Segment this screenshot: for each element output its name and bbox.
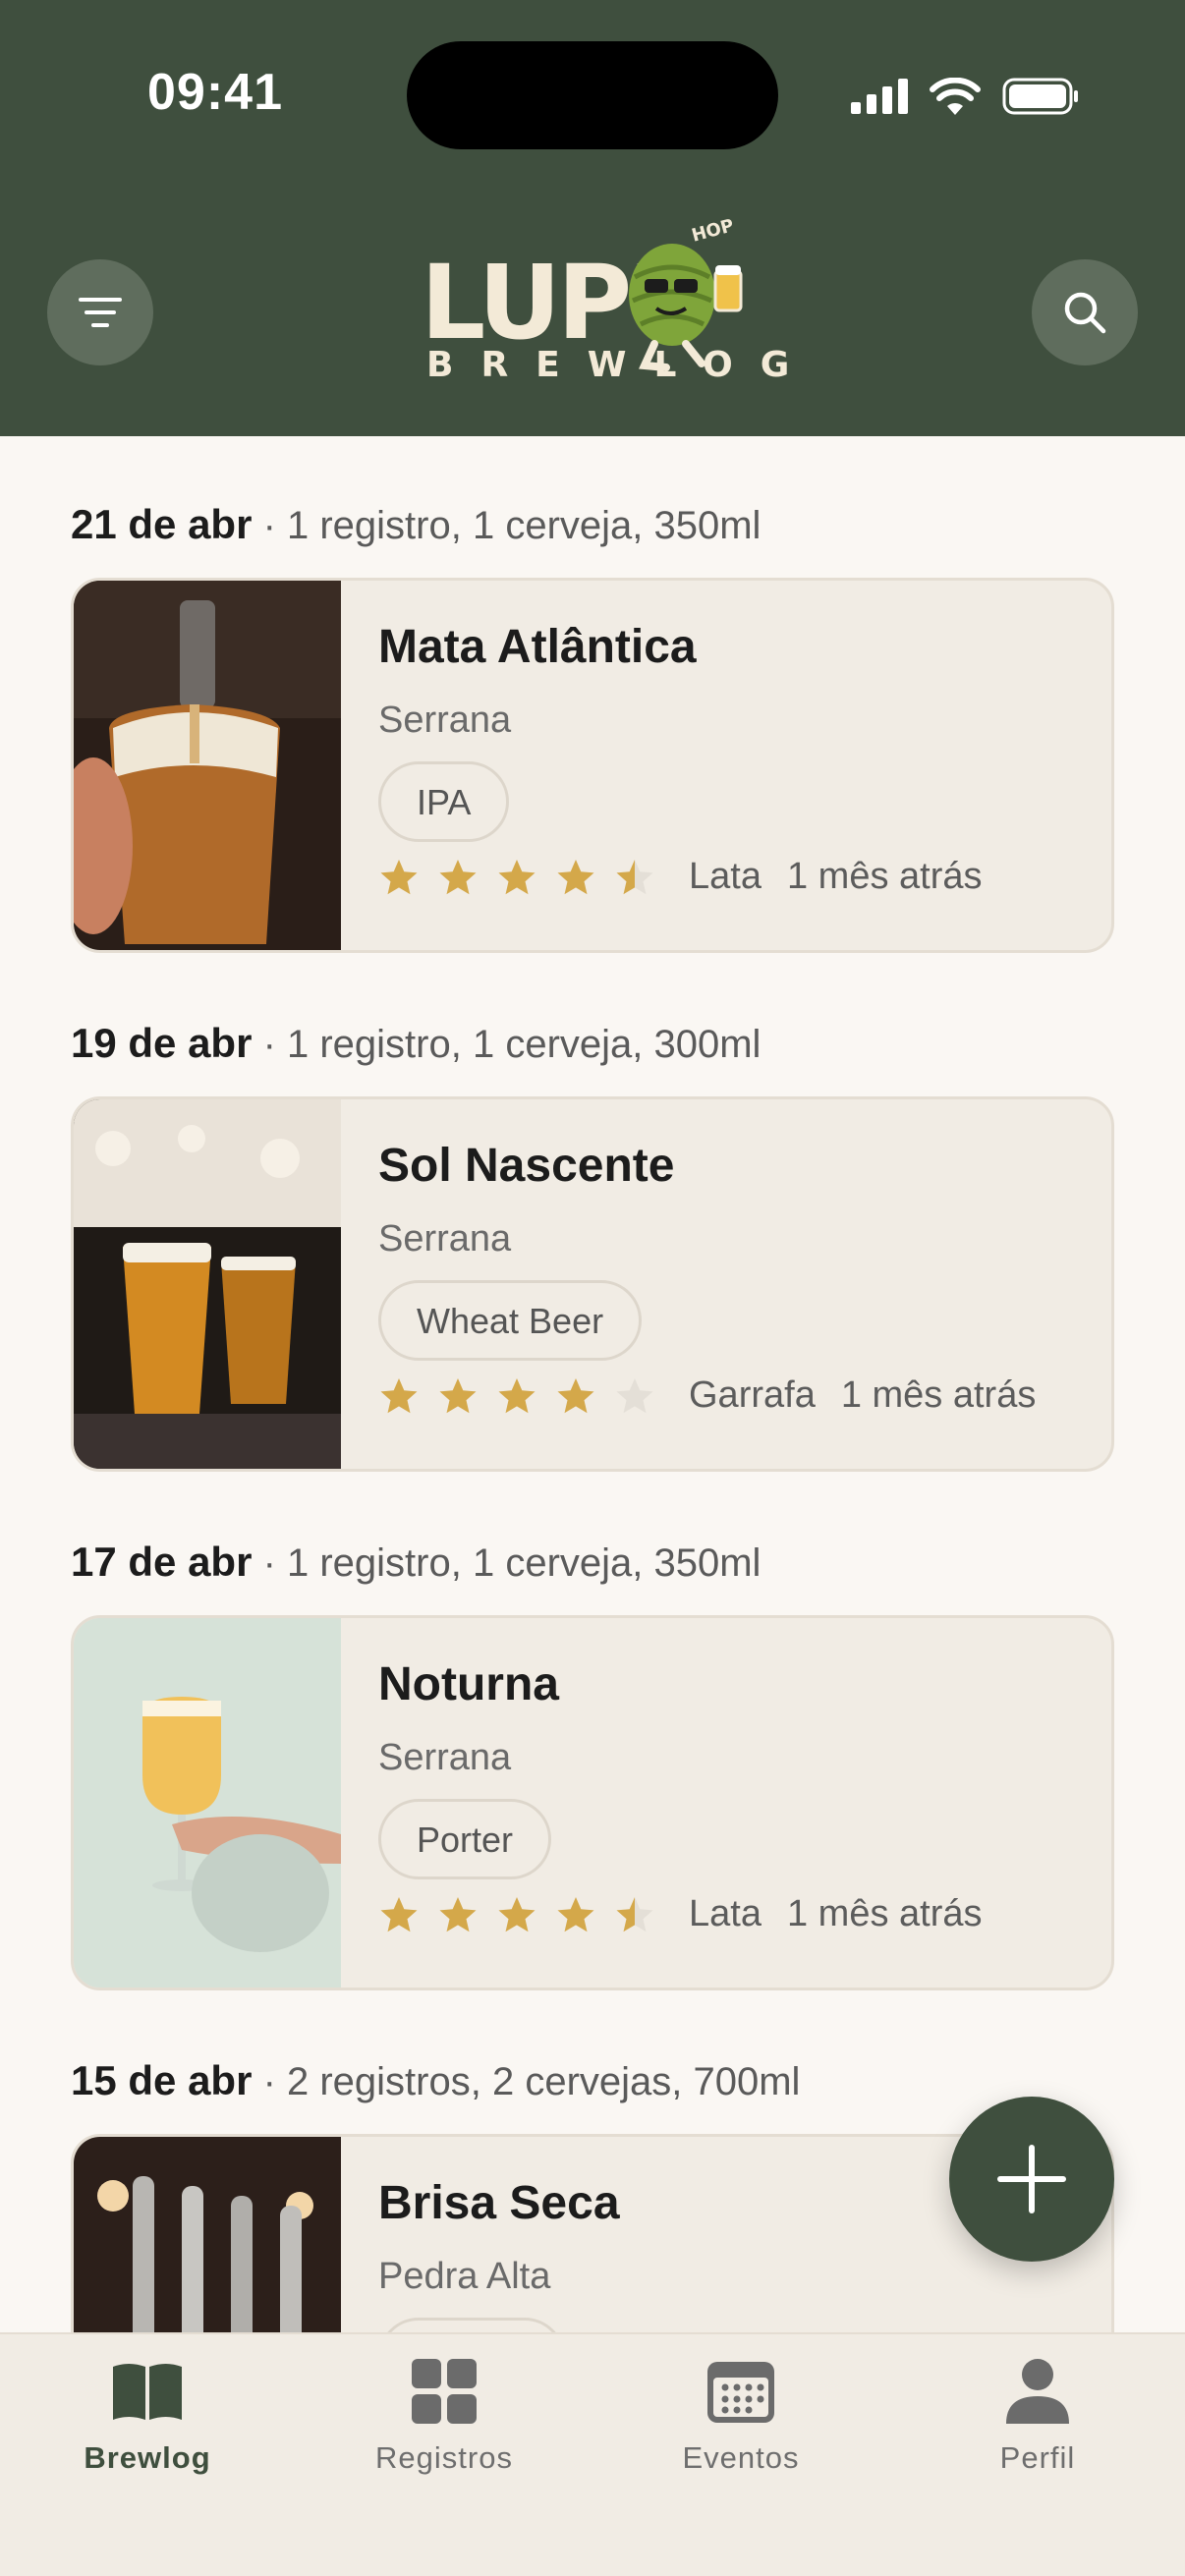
dynamic-island	[407, 41, 778, 149]
star-half-icon	[616, 1896, 653, 1932]
menu-icon	[79, 298, 122, 327]
filter-menu-button[interactable]	[47, 259, 153, 365]
beer-photo-taps	[74, 2137, 341, 2332]
star-full-icon	[439, 1377, 477, 1413]
day-date: 21 de abr	[71, 501, 253, 547]
serving-format: Garrafa	[689, 1374, 816, 1416]
star-full-icon	[439, 1896, 477, 1932]
star-half-icon	[616, 859, 653, 894]
day-header: 17 de abr · 1 registro, 1 cerveja, 350ml	[71, 1539, 761, 1586]
serving-format: Lata	[689, 1893, 762, 1934]
person-icon	[1006, 2359, 1069, 2424]
day-date: 15 de abr	[71, 2057, 253, 2103]
plus-icon	[997, 2145, 1066, 2213]
grid-icon	[412, 2359, 477, 2424]
calendar-icon	[707, 2362, 774, 2423]
day-summary: · 1 registro, 1 cerveja, 350ml	[262, 504, 762, 547]
star-full-icon	[380, 1896, 418, 1932]
tab-registros[interactable]: Registros	[326, 2352, 562, 2490]
star-rating	[378, 858, 655, 897]
search-icon	[1064, 292, 1106, 334]
time-ago: 1 mês atrás	[786, 1893, 983, 1934]
tab-label: Perfil	[999, 2440, 1076, 2475]
star-full-icon	[498, 1377, 536, 1413]
tab-label: Registros	[375, 2440, 513, 2475]
time-ago: 1 mês atrás	[786, 856, 983, 897]
star-rating	[378, 1376, 655, 1416]
day-summary: · 1 registro, 1 cerveja, 350ml	[262, 1541, 762, 1585]
tab-perfil[interactable]: Perfil	[920, 2352, 1156, 2490]
star-full-icon	[498, 1896, 536, 1932]
star-full-icon	[557, 1377, 594, 1413]
style-chip: Porter	[378, 1799, 552, 1879]
beer-photo-glass-in-hand	[74, 1618, 341, 1988]
style-chip: Wheat Beer	[378, 1280, 643, 1361]
star-full-icon	[557, 859, 594, 894]
day-header: 19 de abr · 1 registro, 1 cerveja, 300ml	[71, 1020, 761, 1067]
beer-entry-card[interactable]: Sol Nascente Serrana Wheat Beer Garrafa …	[71, 1096, 1114, 1472]
add-entry-button[interactable]	[949, 2097, 1114, 2262]
star-empty-icon	[616, 1377, 653, 1413]
time-ago: 1 mês atrás	[840, 1374, 1037, 1416]
svg-text:HOP: HOP	[690, 218, 737, 247]
wifi-icon	[930, 78, 981, 115]
style-chip	[378, 2318, 565, 2332]
beer-name: Sol Nascente	[378, 1140, 675, 1192]
brewery-name: Serrana	[378, 1737, 512, 1778]
beer-entry-card[interactable]: Mata Atlântica Serrana IPA Lata 1 mês at…	[71, 578, 1114, 953]
star-rating	[378, 1895, 655, 1934]
beer-name: Noturna	[378, 1658, 559, 1710]
tab-label: Brewlog	[84, 2440, 211, 2475]
book-icon	[113, 2364, 182, 2420]
status-icons	[851, 71, 1079, 122]
bottom-tab-bar: Brewlog Registros Eventos Perfil	[0, 2332, 1185, 2576]
tab-label: Eventos	[682, 2440, 800, 2475]
beer-entry-card[interactable]: Noturna Serrana Porter Lata 1 mês atrás	[71, 1615, 1114, 1990]
brewery-name: Serrana	[378, 700, 512, 741]
day-date: 17 de abr	[71, 1539, 253, 1585]
star-full-icon	[557, 1896, 594, 1932]
day-header: 21 de abr · 1 registro, 1 cerveja, 350ml	[71, 501, 761, 548]
hop-mascot-icon: HOP	[629, 218, 743, 371]
day-date: 19 de abr	[71, 1020, 253, 1066]
beer-photo-two-pints	[74, 1099, 341, 1469]
brewery-name: Pedra Alta	[378, 2256, 551, 2297]
star-full-icon	[380, 1377, 418, 1413]
beer-photo-tap-pour	[74, 581, 341, 950]
app-logo: LUPU BREWLOG HOP	[413, 218, 789, 393]
day-summary: · 2 registros, 2 cervejas, 700ml	[262, 2060, 801, 2103]
status-time: 09:41	[147, 64, 283, 121]
day-summary: · 1 registro, 1 cerveja, 300ml	[262, 1023, 762, 1066]
battery-icon	[1002, 78, 1078, 115]
star-full-icon	[439, 859, 477, 894]
style-chip: IPA	[378, 761, 510, 842]
star-full-icon	[380, 859, 418, 894]
tab-brewlog[interactable]: Brewlog	[29, 2352, 265, 2490]
serving-format: Lata	[689, 856, 762, 897]
tab-eventos[interactable]: Eventos	[623, 2352, 859, 2490]
brewery-name: Serrana	[378, 1218, 512, 1260]
app-header: 09:41 LUPU BREWLOG HOP	[0, 0, 1185, 436]
brewlog-feed[interactable]: 21 de abr · 1 registro, 1 cerveja, 350ml…	[0, 436, 1185, 2332]
search-button[interactable]	[1032, 259, 1138, 365]
day-header: 15 de abr · 2 registros, 2 cervejas, 700…	[71, 2057, 800, 2104]
star-full-icon	[498, 859, 536, 894]
beer-name: Mata Atlântica	[378, 621, 697, 673]
cellular-signal-icon	[851, 79, 908, 114]
